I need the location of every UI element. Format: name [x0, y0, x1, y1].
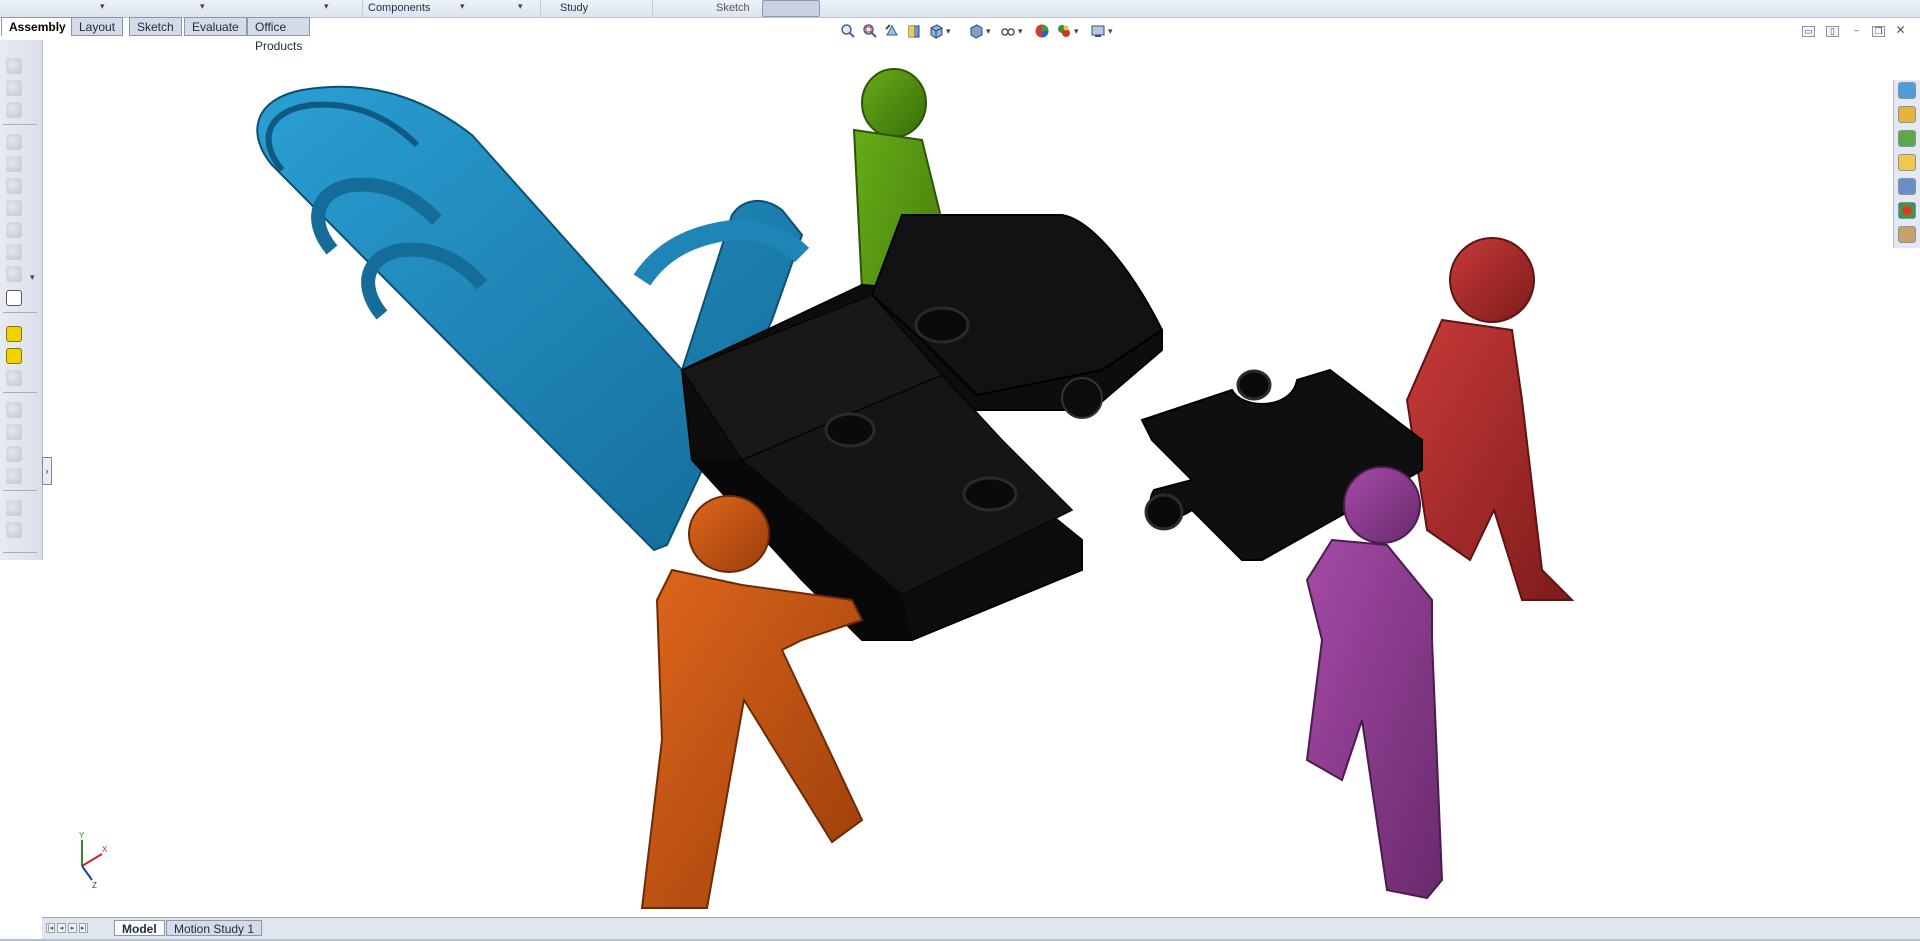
hole-alignment-icon[interactable] [6, 402, 22, 418]
hide-show-items-icon[interactable] [1000, 23, 1016, 39]
next-tab-icon[interactable]: ▸ [68, 923, 77, 933]
task-pane-tabs [1893, 80, 1920, 248]
purple-figure-part[interactable] [1305, 466, 1444, 900]
display-style-icon[interactable] [968, 23, 984, 39]
tab-layout[interactable]: Layout [71, 17, 124, 36]
components-label[interactable]: Components [368, 1, 430, 15]
clearance-verification-icon[interactable] [6, 370, 22, 386]
section-view-icon[interactable] [906, 23, 922, 39]
first-tab-icon[interactable]: |◂ [46, 923, 55, 933]
linear-pattern-icon[interactable] [6, 102, 22, 118]
last-tab-icon[interactable]: ▸| [79, 923, 88, 933]
solidworks-resources-icon[interactable] [1898, 82, 1916, 99]
reference-triad: Y X Z [79, 832, 108, 890]
edit-appearance-icon[interactable] [1034, 23, 1050, 39]
view-orientation-icon[interactable] [928, 23, 944, 39]
tab-assembly[interactable]: Assembly [1, 17, 74, 36]
tab-evaluate[interactable]: Evaluate [184, 17, 247, 36]
insert-components-icon[interactable] [6, 58, 22, 74]
chevron-down-icon[interactable]: ▾ [100, 1, 105, 12]
show-hidden-icon[interactable] [6, 178, 22, 194]
sketch-label[interactable]: Sketch [716, 1, 750, 15]
instant3d-icon[interactable] [6, 522, 22, 538]
assembly-features-icon[interactable] [6, 200, 22, 216]
check-icon[interactable] [6, 500, 22, 516]
restore-icon[interactable]: ❐ [1872, 26, 1885, 37]
chevron-down-icon[interactable]: ▾ [460, 1, 465, 12]
file-explorer-icon[interactable] [1898, 130, 1916, 147]
assembly-command-toolbar: ▾ [0, 40, 43, 560]
chevron-down-icon[interactable]: ▾ [1018, 26, 1023, 37]
mass-properties-icon[interactable] [6, 446, 22, 462]
chevron-down-icon[interactable]: ▾ [946, 26, 951, 37]
forum-icon[interactable] [1898, 226, 1916, 243]
explode-line-sketch-icon[interactable] [6, 326, 22, 342]
red-figure-part[interactable] [1405, 237, 1575, 601]
tile-horizontal-icon[interactable]: ▭ [1802, 26, 1815, 37]
triad-y-label: Y [79, 832, 85, 840]
chevron-down-icon[interactable]: ▾ [986, 26, 991, 37]
view-palette-icon[interactable] [1898, 154, 1916, 171]
chevron-down-icon[interactable]: ▾ [1108, 26, 1113, 37]
bill-of-materials-icon[interactable] [6, 266, 22, 282]
zoom-to-area-icon[interactable] [862, 23, 878, 39]
graphics-area[interactable] [42, 40, 1878, 916]
reference-geometry-icon[interactable] [6, 222, 22, 238]
chevron-down-icon[interactable]: ▾ [518, 1, 523, 12]
new-motion-study-icon[interactable] [6, 244, 22, 260]
chevron-down-icon[interactable]: ▾ [1074, 26, 1079, 37]
interference-detection-icon[interactable] [6, 348, 22, 364]
tab-motion-study-1[interactable]: Motion Study 1 [166, 920, 263, 936]
smart-fasteners-icon[interactable] [6, 134, 22, 150]
top-command-strip: ▾ ▾ ▾ Components ▾ ▾ Study Sketch [0, 0, 1920, 18]
mate-icon[interactable] [6, 80, 22, 96]
view-settings-icon[interactable] [1090, 23, 1106, 39]
bottom-tab-bar: |◂ ◂ ▸ ▸| Model Motion Study 1 [42, 917, 1920, 940]
design-library-icon[interactable] [1898, 106, 1916, 123]
tab-office-products[interactable]: Office Products [247, 17, 311, 53]
exploded-view-icon[interactable] [6, 290, 22, 306]
minimize-icon[interactable]: – [1850, 26, 1863, 37]
measure-icon[interactable] [6, 424, 22, 440]
zoom-to-fit-icon[interactable] [840, 23, 856, 39]
previous-view-icon[interactable] [884, 23, 900, 39]
section-properties-icon[interactable] [6, 468, 22, 484]
tab-model[interactable]: Model [114, 920, 165, 936]
custom-properties-icon[interactable] [1898, 202, 1916, 219]
triad-z-label: Z [92, 881, 97, 890]
chevron-down-icon[interactable]: ▾ [200, 1, 205, 12]
tab-sketch[interactable]: Sketch [129, 17, 182, 36]
highlighted-command-box[interactable] [762, 0, 820, 17]
previous-tab-icon[interactable]: ◂ [57, 923, 66, 933]
triad-x-label: X [102, 845, 108, 854]
chevron-down-icon[interactable]: ▾ [324, 1, 329, 12]
tile-vertical-icon[interactable]: ▯ [1826, 26, 1839, 37]
apply-scene-icon[interactable] [1056, 23, 1072, 39]
move-component-icon[interactable] [6, 156, 22, 172]
close-icon[interactable]: ✕ [1894, 24, 1907, 37]
appearances-icon[interactable] [1898, 178, 1916, 195]
chevron-down-icon[interactable]: ▾ [30, 272, 35, 283]
study-label[interactable]: Study [560, 1, 588, 15]
